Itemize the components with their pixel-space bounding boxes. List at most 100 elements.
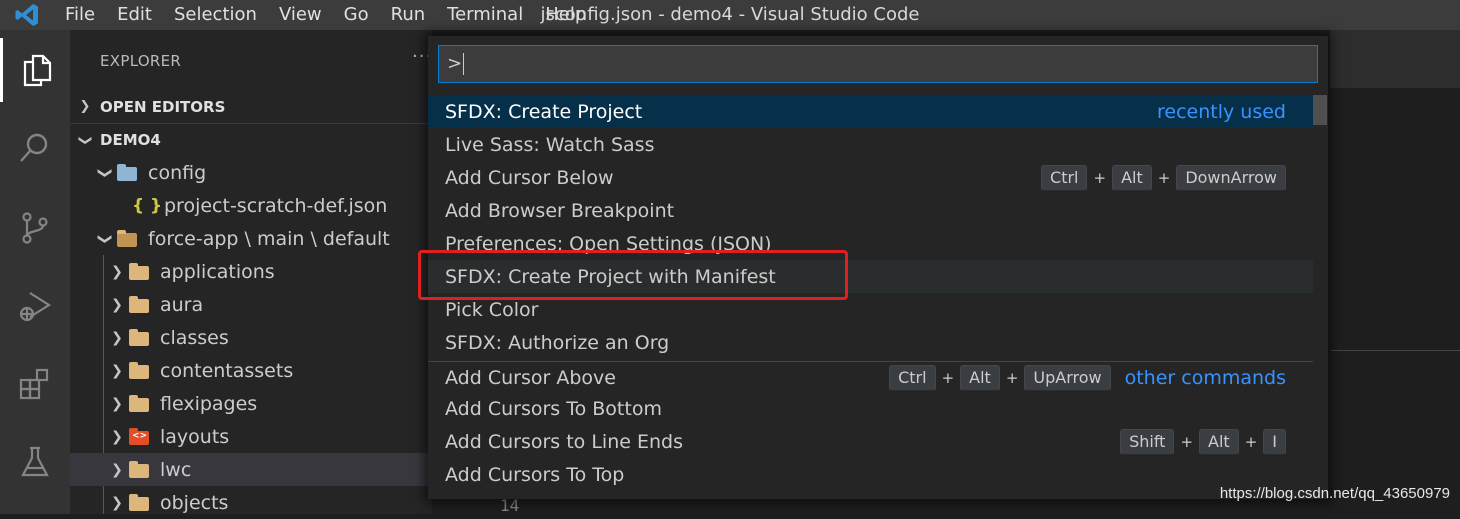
- tree-folder[interactable]: ❯ lwc: [70, 453, 468, 486]
- keybinding-plus: +: [1093, 168, 1107, 187]
- tree-item-label: objects: [160, 491, 229, 514]
- chevron-right-icon: ❯: [111, 494, 123, 511]
- command-meta: recently used: [1143, 101, 1286, 123]
- folder-icon: [116, 229, 140, 248]
- command-label: Add Cursor Below: [445, 166, 614, 189]
- command-label: Add Browser Breakpoint: [445, 199, 675, 222]
- chevron-right-icon: ❯: [111, 428, 123, 445]
- chevron-down-icon: ❯: [77, 134, 93, 146]
- explorer-sidebar: EXPLORER ··· ❯ OPEN EDITORS ❯ DEMO4 ❯ con…: [70, 30, 468, 514]
- open-editors-section[interactable]: ❯ OPEN EDITORS: [70, 90, 432, 123]
- files-icon[interactable]: [0, 38, 70, 102]
- command-item[interactable]: Add Cursors To Top: [428, 458, 1313, 491]
- keybinding-key: Alt: [960, 365, 1000, 391]
- source-control-icon[interactable]: [0, 196, 70, 260]
- tree-folder[interactable]: ❯ force-app \ main \ default: [70, 222, 456, 255]
- command-item[interactable]: Live Sass: Watch Sass: [428, 128, 1313, 161]
- menu-terminal[interactable]: Terminal: [436, 0, 534, 30]
- tree-folder[interactable]: ❯ objects: [70, 486, 468, 519]
- command-label: Add Cursor Above: [445, 367, 616, 389]
- chevron-right-icon: ❯: [111, 296, 123, 313]
- command-item[interactable]: Add Cursor Below Ctrl + Alt + DownArrow: [428, 161, 1313, 194]
- tree-folder[interactable]: ❯ layouts: [70, 420, 468, 453]
- menu-edit[interactable]: Edit: [106, 0, 163, 30]
- keybinding-plus: +: [1180, 432, 1194, 451]
- keybinding-key: Ctrl: [1041, 164, 1088, 191]
- workspace-section[interactable]: ❯ DEMO4: [70, 123, 432, 156]
- tree-folder[interactable]: ❯ applications: [70, 255, 468, 288]
- command-item[interactable]: SFDX: Authorize an Org: [428, 326, 1313, 359]
- command-meta: Ctrl + Alt + UpArrow other commands: [889, 365, 1286, 391]
- keybinding-key: Alt: [1199, 428, 1239, 455]
- extensions-icon[interactable]: [0, 352, 70, 416]
- watermark: https://blog.csdn.net/qq_43650979: [1219, 485, 1450, 502]
- testing-icon[interactable]: [0, 430, 70, 494]
- command-group-hint: other commands: [1124, 367, 1286, 389]
- vscode-logo-icon: [0, 0, 54, 30]
- menu-go[interactable]: Go: [333, 0, 380, 30]
- command-label: Add Cursors To Top: [445, 463, 625, 486]
- keybinding-plus: +: [1005, 369, 1019, 387]
- tree-folder[interactable]: ❯ flexipages: [70, 387, 468, 420]
- folder-icon: [128, 394, 152, 413]
- text-caret: [463, 53, 465, 75]
- annotation-highlight-box: [418, 250, 848, 300]
- tree-folder[interactable]: ❯ config: [70, 156, 456, 189]
- tree-item-label: layouts: [160, 425, 230, 448]
- command-item[interactable]: Add Cursors To Bottom: [428, 392, 1313, 425]
- menu-selection[interactable]: Selection: [163, 0, 268, 30]
- keybinding-key: UpArrow: [1024, 365, 1111, 391]
- tree-item-label: project-scratch-def.json: [164, 194, 388, 217]
- open-editors-label: OPEN EDITORS: [100, 97, 226, 116]
- command-item[interactable]: Add Cursor Above Ctrl + Alt + UpArrow other co…: [428, 361, 1313, 394]
- chevron-right-icon: ❯: [111, 263, 123, 280]
- json-file-icon: { }: [132, 195, 163, 216]
- keybinding-key: Alt: [1112, 164, 1152, 191]
- tree-folder[interactable]: ❯ aura: [70, 288, 468, 321]
- tree-folder[interactable]: ❯ contentassets: [70, 354, 468, 387]
- folder-icon: [128, 361, 152, 380]
- command-label: SFDX: Create Project: [445, 100, 643, 123]
- keybinding-plus: +: [1157, 168, 1171, 187]
- menu-file[interactable]: File: [54, 0, 106, 30]
- command-meta: Ctrl + Alt + DownArrow: [1041, 164, 1286, 191]
- menu-help[interactable]: Help: [534, 0, 597, 30]
- keybinding-key: Ctrl: [889, 365, 936, 391]
- chevron-right-icon: ❯: [111, 329, 123, 346]
- tree-item-label: contentassets: [160, 359, 294, 382]
- keybinding-key: Shift: [1120, 428, 1175, 455]
- chevron-right-icon: ❯: [111, 461, 123, 478]
- menu-view[interactable]: View: [268, 0, 333, 30]
- keybinding-plus: +: [1244, 432, 1258, 451]
- menu-bar: File Edit Selection View Go Run Terminal Help: [54, 0, 597, 30]
- tree-item-label: force-app \ main \ default: [148, 227, 390, 250]
- menu-run[interactable]: Run: [380, 0, 437, 30]
- command-item[interactable]: Add Cursors to Line Ends Shift + Alt + I: [428, 425, 1313, 458]
- keybinding-plus: +: [941, 369, 955, 387]
- command-list-scrollbar[interactable]: [1313, 95, 1327, 125]
- tree-item-label: classes: [160, 326, 229, 349]
- folder-icon: [128, 427, 152, 446]
- chevron-right-icon: ❯: [111, 395, 123, 412]
- keybinding-key: DownArrow: [1176, 164, 1286, 191]
- folder-icon: [128, 493, 152, 512]
- folder-icon: [128, 460, 152, 479]
- run-debug-icon[interactable]: [0, 274, 70, 338]
- tree-folder[interactable]: ❯ classes: [70, 321, 468, 354]
- command-meta: Shift + Alt + I: [1120, 428, 1286, 455]
- command-palette-input-value: >: [447, 53, 463, 74]
- workspace-label: DEMO4: [100, 131, 161, 149]
- command-item[interactable]: Add Browser Breakpoint: [428, 194, 1313, 227]
- editor-tab-bar: [1330, 30, 1460, 88]
- command-palette-input[interactable]: >: [438, 45, 1318, 83]
- chevron-right-icon: ❯: [111, 362, 123, 379]
- folder-icon: [128, 328, 152, 347]
- panel-divider: [1330, 350, 1460, 351]
- keybinding-key: I: [1263, 428, 1286, 455]
- search-icon[interactable]: [0, 116, 70, 180]
- command-item[interactable]: SFDX: Create Project recently used: [428, 95, 1313, 128]
- command-label: Add Cursors To Bottom: [445, 397, 662, 420]
- folder-icon: [128, 262, 152, 281]
- explorer-title: EXPLORER: [100, 52, 182, 70]
- activity-bar: [0, 30, 70, 514]
